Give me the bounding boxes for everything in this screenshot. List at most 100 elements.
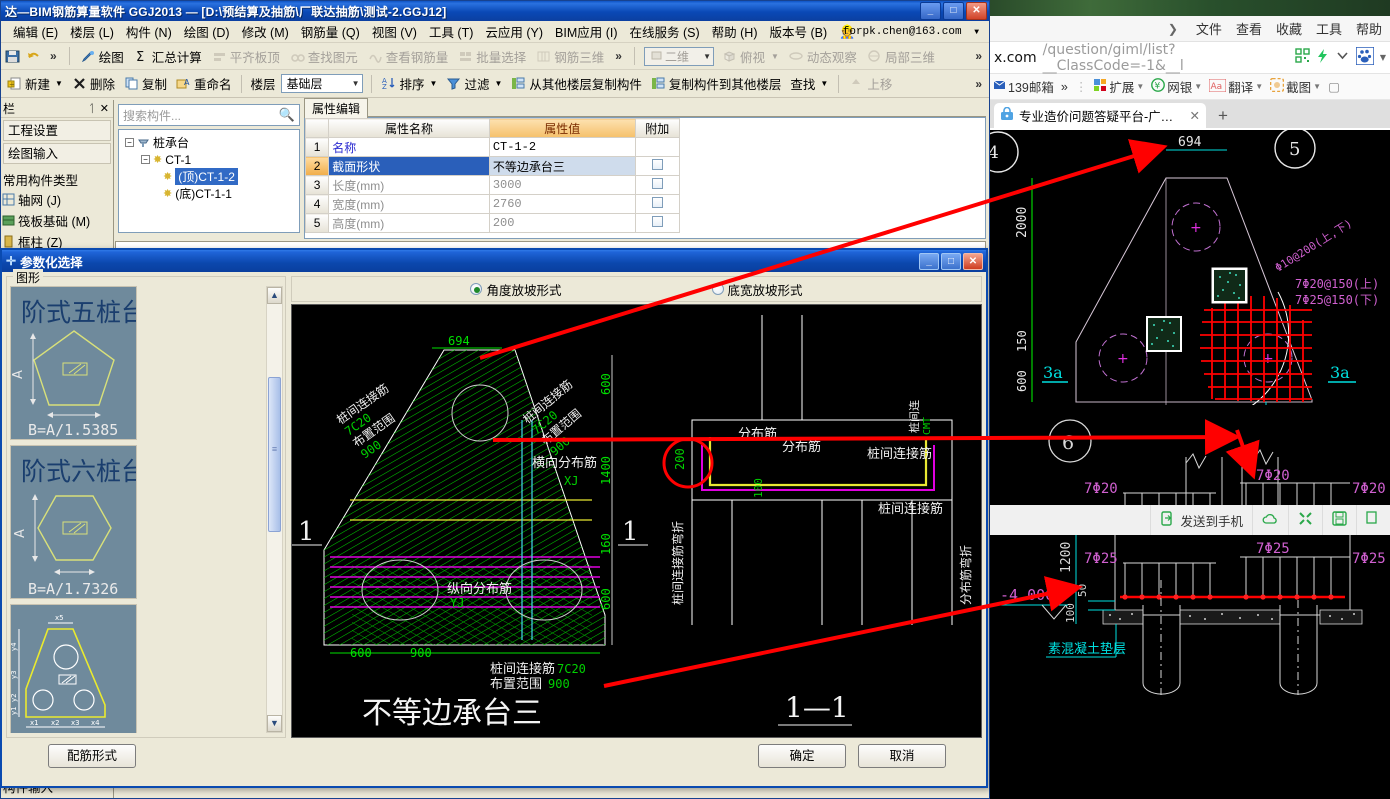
browser-menu-help[interactable]: 帮助 xyxy=(1356,19,1382,38)
toolbar2-overflow-chevron-icon[interactable]: » xyxy=(972,77,985,91)
menu-item-cloud[interactable]: 云应用 (Y) xyxy=(479,20,549,43)
menu-item-edit[interactable]: 编辑 (E) xyxy=(7,20,64,43)
new-button[interactable]: + 新建 ▼ xyxy=(5,73,65,94)
chevron-down-icon[interactable]: ▼ xyxy=(1255,82,1263,91)
delete-button[interactable]: 删除 xyxy=(70,73,117,94)
shape-thumbnail-hexagon[interactable]: 阶式六桩台 A B=A/1.7326 xyxy=(10,445,137,599)
tree-node-ct-1-1[interactable]: ✸ (底)CT-1-1 xyxy=(121,185,297,202)
attach-checkbox[interactable] xyxy=(651,178,663,189)
lightning-icon[interactable] xyxy=(1316,48,1329,68)
table-row[interactable]: 5 高度(mm) 200 xyxy=(305,213,681,233)
table-row[interactable]: 1 名称 CT-1-2 xyxy=(305,137,681,157)
ok-button[interactable]: 确定 xyxy=(758,744,846,768)
close-icon[interactable]: ✕ xyxy=(98,102,113,115)
search-icon[interactable]: 🔍 xyxy=(279,107,295,123)
rename-button[interactable]: A 重命名 xyxy=(174,73,234,94)
maximize-button[interactable]: □ xyxy=(943,2,964,20)
tree-expand-icon[interactable]: − xyxy=(125,138,134,147)
find-button[interactable]: 查找 ▼ xyxy=(788,73,830,94)
bookmark-translate[interactable]: Aa 翻译 ▼ xyxy=(1208,77,1263,96)
copy-to-other-floor-button[interactable]: 复制构件到其他楼层 xyxy=(649,73,784,94)
shape-gallery-scrollbar[interactable]: ▲ ▼ xyxy=(266,286,283,733)
row-value[interactable]: 200 xyxy=(488,213,636,233)
bookmark-overflow-icon[interactable]: » xyxy=(1061,80,1068,94)
cloud-button[interactable] xyxy=(1252,505,1288,535)
close-icon[interactable]: ✕ xyxy=(1190,108,1200,123)
tab-attribute-edit[interactable]: 属性编辑 xyxy=(304,98,369,118)
menu-item-tools[interactable]: 工具 (T) xyxy=(423,20,479,43)
filter-button[interactable]: 过滤 ▼ xyxy=(444,73,504,94)
dialog-minimize-button[interactable]: _ xyxy=(919,252,939,270)
row-value[interactable]: 3000 xyxy=(488,175,636,195)
save-button[interactable] xyxy=(1322,505,1356,535)
chevron-down-icon[interactable] xyxy=(1335,48,1350,67)
save-icon[interactable] xyxy=(5,49,20,64)
menu-item-floor[interactable]: 楼层 (L) xyxy=(64,20,120,43)
menu-item-version[interactable]: 版本号 (B) xyxy=(764,20,834,43)
bookmark-extension[interactable]: 扩展 ▼ xyxy=(1094,77,1144,96)
attach-checkbox[interactable] xyxy=(651,216,663,227)
minimize-button[interactable]: _ xyxy=(920,2,941,20)
dock-item-raft-foundation[interactable]: 筏板基础 (M) xyxy=(1,210,113,231)
row-value[interactable]: 2760 xyxy=(488,194,636,214)
rebar-form-button[interactable]: 配筋形式 xyxy=(48,744,136,768)
row-attach[interactable] xyxy=(634,213,681,233)
row-attach[interactable] xyxy=(634,194,681,214)
search-component-input[interactable]: 搜索构件... 🔍 xyxy=(118,104,300,126)
menu-item-view[interactable]: 视图 (V) xyxy=(366,20,423,43)
shape-thumbnail-cap1[interactable]: x5 y4 y3 y2 y1 x1 x2 x3 x4 xyxy=(10,604,137,733)
attach-checkbox[interactable] xyxy=(651,197,663,208)
chevron-down-icon[interactable]: ▼ xyxy=(1313,82,1321,91)
dock-button-draw-input[interactable]: 绘图输入 xyxy=(3,143,111,164)
pin-icon[interactable]: ᛐ xyxy=(85,103,98,115)
chevron-down-icon[interactable]: ▼ xyxy=(1194,82,1202,91)
bookmark-139mail[interactable]: 139邮箱 xyxy=(993,77,1054,96)
cancel-button[interactable]: 取消 xyxy=(858,744,946,768)
sort-button[interactable]: AZ 排序 ▼ xyxy=(380,73,440,94)
row-attach[interactable] xyxy=(634,156,681,176)
expand-button[interactable] xyxy=(1288,505,1322,535)
dialog-maximize-button[interactable]: □ xyxy=(941,252,961,270)
shape-thumbnail-pentagon[interactable]: 阶式五桩台 A B=A/1.5385 xyxy=(10,286,137,440)
bookmark-bank[interactable]: ¥ 网银 ▼ xyxy=(1151,77,1202,96)
dialog-close-button[interactable]: ✕ xyxy=(963,252,983,270)
send-to-phone-button[interactable]: 发送到手机 xyxy=(1150,505,1252,535)
bookmark-screenshot[interactable]: 截图 ▼ xyxy=(1270,77,1321,96)
menu-item-help[interactable]: 帮助 (H) xyxy=(706,20,764,43)
cad-preview-canvas[interactable]: 694 600 900 600 1400 160 600 1 1 桩间连接筋 7… xyxy=(291,304,982,738)
table-row[interactable]: 2 截面形状 不等边承台三 xyxy=(305,156,681,176)
chevron-right-icon[interactable]: ❯ xyxy=(1168,22,1178,36)
view-mode-combo[interactable]: 二维 ▼ xyxy=(643,46,714,66)
copy-button[interactable]: 复制 xyxy=(122,73,169,94)
scroll-up-button[interactable]: ▲ xyxy=(267,287,282,304)
dock-button-project-settings[interactable]: 工程设置 xyxy=(3,120,111,141)
menu-item-online[interactable]: 在线服务 (S) xyxy=(624,20,706,43)
new-tab-button[interactable]: + xyxy=(1206,103,1240,128)
attach-checkbox[interactable] xyxy=(651,159,663,170)
scroll-down-button[interactable]: ▼ xyxy=(267,715,282,732)
tree-node-ct-1-2[interactable]: ✸ (顶)CT-1-2 xyxy=(121,168,297,185)
toolbar-overflow-chevron2-icon[interactable]: » xyxy=(612,49,625,63)
toolbar-overflow-chevron3-icon[interactable]: » xyxy=(972,49,985,63)
tree-node-group[interactable]: − ✸ CT-1 xyxy=(121,151,297,168)
menu-item-modify[interactable]: 修改 (M) xyxy=(236,20,295,43)
menu-item-draw[interactable]: 绘图 (D) xyxy=(178,20,236,43)
browser-page-content[interactable]: 4 5 + + + 694 2000 150 600 3a 3a Φ10@200… xyxy=(990,130,1390,799)
toolbar-item-summary[interactable]: Σ 汇总计算 xyxy=(132,46,204,67)
baidu-paw-icon[interactable] xyxy=(1355,45,1375,69)
row-attach[interactable] xyxy=(634,175,681,195)
browser-menu-tools[interactable]: 工具 xyxy=(1316,19,1342,38)
browser-t-tab[interactable]: 专业造价问题答疑平台-广联达! ✕ xyxy=(994,103,1206,128)
close-button[interactable]: ✕ xyxy=(966,2,987,20)
row-value[interactable]: CT-1-2 xyxy=(488,137,636,157)
url-dropdown-caret-icon[interactable]: ▼ xyxy=(1380,53,1386,62)
chevron-down-icon[interactable]: ▼ xyxy=(1136,82,1144,91)
menu-item-component[interactable]: 构件 (N) xyxy=(120,20,178,43)
qrcode-icon[interactable] xyxy=(1295,48,1310,67)
account-menu[interactable]: forpk.chen@163.com ▼ xyxy=(843,26,979,38)
toolbar-item-draw[interactable]: 绘图 xyxy=(79,46,126,67)
row-value[interactable]: 不等边承台三 xyxy=(488,156,636,176)
copy-button[interactable] xyxy=(1356,505,1390,535)
table-row[interactable]: 4 宽度(mm) 2760 xyxy=(305,194,681,214)
table-row[interactable]: 3 长度(mm) 3000 xyxy=(305,175,681,195)
